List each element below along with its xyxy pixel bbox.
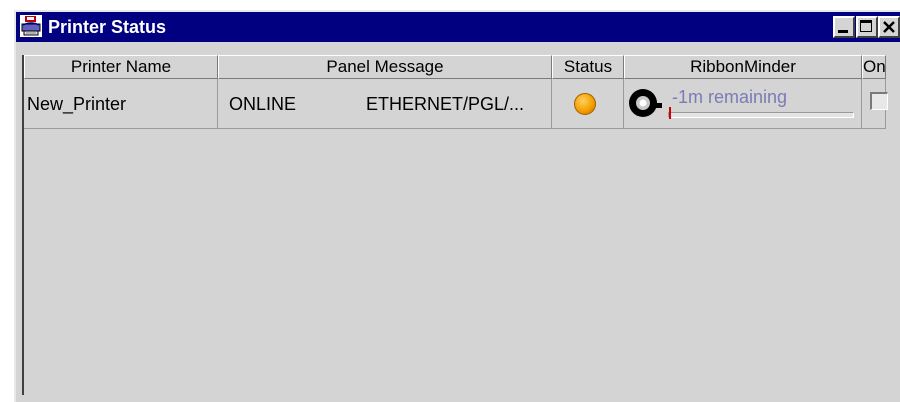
panel-message-cell[interactable]: ONLINE ETHERNET/PGL/...: [218, 79, 552, 129]
close-button[interactable]: [878, 16, 900, 38]
panel-state: ONLINE: [229, 94, 297, 114]
maximize-icon: [860, 20, 872, 32]
printer-name-cell[interactable]: New_Printer: [24, 79, 218, 129]
ribbon-roll-icon: [628, 87, 664, 137]
minimize-icon: [838, 30, 848, 33]
table-row[interactable]: New_Printer ONLINE ETHERNET/PGL/... -1m …: [22, 79, 900, 129]
header-panel-message[interactable]: Panel Message: [218, 55, 552, 79]
minimize-button[interactable]: [833, 16, 855, 38]
window-title: Printer Status: [48, 17, 167, 37]
panel-detail: ETHERNET/PGL/...: [366, 94, 525, 114]
status-cell[interactable]: [552, 79, 624, 129]
status-indicator: [574, 93, 596, 115]
header-status[interactable]: Status: [552, 55, 624, 79]
header-on[interactable]: On: [862, 55, 886, 79]
maximize-button[interactable]: [856, 16, 878, 38]
ribbonminder-cell[interactable]: -1m remaining: [624, 79, 862, 129]
ribbon-remaining-text: -1m remaining: [672, 87, 788, 107]
close-icon: [883, 21, 895, 33]
on-cell[interactable]: [862, 79, 888, 129]
on-checkbox[interactable]: [870, 92, 888, 110]
title-bar[interactable]: Printer Status: [16, 12, 900, 42]
ribbon-progress-bar: [668, 107, 854, 119]
printer-name: New_Printer: [27, 94, 127, 114]
printer-app-icon: [20, 15, 42, 37]
printer-status-window: Printer Status Printer Name Panel Messag…: [14, 10, 900, 402]
ribbon-progress-marker: [669, 107, 671, 119]
header-printer-name[interactable]: Printer Name: [24, 55, 218, 79]
header-ribbonminder[interactable]: RibbonMinder: [624, 55, 862, 79]
